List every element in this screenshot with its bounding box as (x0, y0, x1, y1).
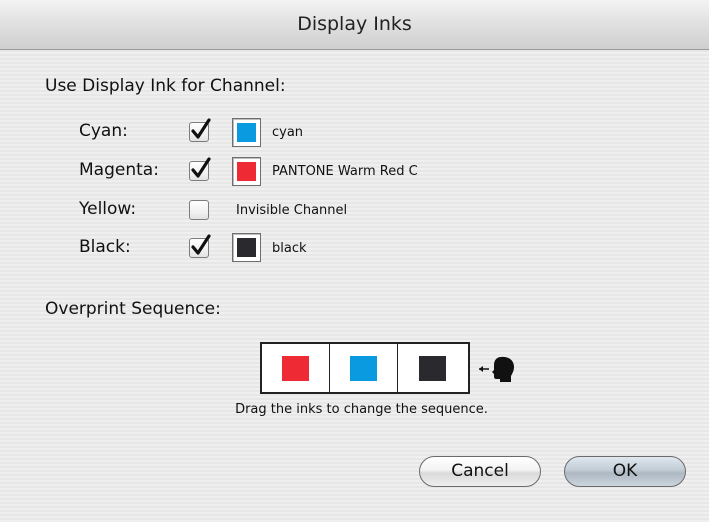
display-inks-dialog: Display Inks Use Display Ink for Channel… (0, 0, 709, 522)
checkmark-icon (191, 234, 211, 255)
overprint-sequence-strip (260, 342, 470, 394)
ink-name: black (272, 241, 307, 256)
cancel-button[interactable]: Cancel (419, 456, 541, 487)
magenta-ink-swatch[interactable] (232, 157, 261, 186)
black-checkbox[interactable] (189, 234, 211, 258)
sequence-slot[interactable] (398, 344, 468, 392)
drag-hint: Drag the inks to change the sequence. (235, 402, 488, 417)
ink-chip (282, 356, 309, 381)
ink-name: cyan (272, 125, 304, 140)
title-bar[interactable]: Display Inks (0, 0, 709, 50)
cyan-checkbox[interactable] (189, 118, 211, 142)
channel-label: Black: (79, 237, 131, 257)
ink-chip (419, 356, 446, 381)
channel-label: Yellow: (79, 199, 137, 219)
invisible-channel-label: Invisible Channel (236, 203, 348, 218)
ink-color-fill (237, 123, 256, 142)
ink-color-fill (237, 162, 256, 181)
channels-heading: Use Display Ink for Channel: (45, 76, 286, 96)
cyan-ink-swatch[interactable] (232, 118, 261, 147)
checkmark-icon (191, 118, 211, 139)
overprint-heading: Overprint Sequence: (45, 299, 221, 319)
viewer-head-icon (477, 355, 519, 387)
ink-chip (350, 356, 377, 381)
window-title: Display Inks (297, 13, 412, 35)
sequence-slot[interactable] (330, 344, 398, 392)
ink-name: PANTONE Warm Red C (272, 164, 418, 179)
channel-label: Cyan: (79, 121, 128, 141)
black-ink-swatch[interactable] (232, 233, 261, 262)
sequence-slot[interactable] (262, 344, 330, 392)
channel-label: Magenta: (79, 160, 159, 180)
yellow-checkbox[interactable] (189, 200, 209, 220)
ink-color-fill (237, 238, 256, 257)
ok-button[interactable]: OK (564, 456, 686, 487)
magenta-checkbox[interactable] (189, 157, 211, 181)
checkmark-icon (191, 157, 211, 178)
